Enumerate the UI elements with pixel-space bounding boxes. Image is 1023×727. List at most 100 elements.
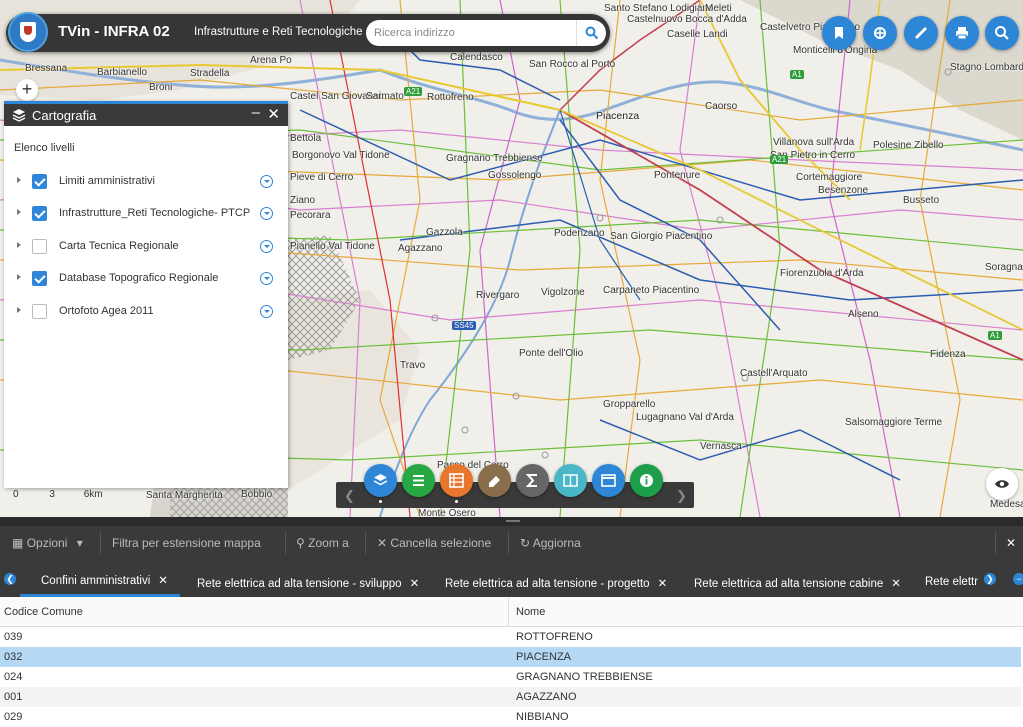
layer-options-icon[interactable] [260,272,273,285]
road-label: A21 [404,87,423,96]
layer-options-icon[interactable] [260,305,273,318]
layer-name: Infrastrutture_Reti Tecnologiche- PTCP [59,207,251,219]
place-label: Ponte dell'Olio [519,348,584,359]
tab-rete-cabine[interactable]: Rete elettrica ad alta tensione cabine ✕ [694,576,901,590]
separator [995,532,996,554]
search-icon [995,26,1009,40]
zoom-in-button[interactable]: + [16,79,38,101]
close-icon: ✕ [657,578,668,590]
scale-label: 6km [83,489,103,500]
place-label: Agazzano [398,243,443,254]
tab-rete-elettr[interactable]: Rete elettr [925,576,978,588]
tools-button[interactable] [863,16,897,50]
toolbar-prev-icon[interactable]: ❮ [344,488,355,504]
layer-checkbox[interactable] [32,174,47,189]
info-tool-button[interactable] [630,464,663,497]
chevron-down-icon: ▾ [76,536,83,550]
bookmark-icon [835,27,843,39]
layer-checkbox[interactable] [32,206,47,221]
layer-row: Limiti amministrativi [4,168,288,196]
expand-caret-icon[interactable] [17,274,21,280]
sigma-icon [525,474,537,487]
scale-label: 0 [13,489,19,500]
cell-name: AGAZZANO [516,691,577,703]
layer-row: Database Topografico Regionale [4,265,288,293]
road-label: SS45 [452,321,476,330]
tabs-menu-icon[interactable]: − [1013,573,1023,585]
layer-checkbox[interactable] [32,304,47,319]
window-icon [601,474,616,487]
close-button[interactable]: ✕ [267,105,280,123]
table-row[interactable]: 029 NIBBIANO [0,707,1021,727]
zoom-to-button[interactable]: ⚲ Zoom a [296,536,349,550]
panel-splitter[interactable] [0,517,1023,526]
pin-icon: ⚲ [296,536,305,550]
bookmark-button[interactable] [822,16,856,50]
search-input[interactable] [374,23,574,43]
layer-checkbox[interactable] [32,239,47,254]
expand-caret-icon[interactable] [17,177,21,183]
print-button[interactable] [945,16,979,50]
network-icon [874,27,886,39]
panel-title: Cartografia [32,108,97,123]
list-icon [413,475,424,486]
layer-row: Carta Tecnica Regionale [4,233,288,261]
visibility-toggle-button[interactable] [986,468,1018,500]
measure-button[interactable] [904,16,938,50]
table-row[interactable]: 001 AGAZZANO [0,687,1021,707]
table-row[interactable]: 024 GRAGNANO TREBBIENSE [0,667,1021,687]
column-divider [508,597,509,627]
options-menu[interactable]: ▦ Opzioni ▾ [12,536,83,550]
place-label: Stagno Lombardo [950,62,1023,73]
place-label: Cortemaggiore [796,172,863,183]
table-icon [449,473,464,488]
app-title: TVin - INFRA 02 [58,23,170,40]
filter-extent-button[interactable]: Filtra per estensione mappa [112,536,261,550]
address-search [366,20,606,46]
grid-icon: ▦ [12,536,24,550]
tabs-next-icon[interactable]: ❯ [984,573,996,585]
map-search-button[interactable] [985,16,1019,50]
search-button[interactable] [576,20,606,46]
layer-checkbox[interactable] [32,271,47,286]
info-icon [640,474,653,487]
close-icon: ✕ [409,578,420,590]
layer-name: Ortofoto Agea 2011 [59,305,154,317]
toolbar-next-icon[interactable]: ❯ [676,488,687,504]
separator [285,532,286,554]
layer-options-icon[interactable] [260,175,273,188]
place-label: Calendasco [450,52,503,63]
window-tool-button[interactable] [592,464,625,497]
expand-caret-icon[interactable] [17,307,21,313]
refresh-button[interactable]: ↻ Aggiorna [520,536,581,550]
place-label: Fiorenzuola d'Arda [780,268,864,279]
draw-tool-button[interactable] [478,464,511,497]
layer-options-icon[interactable] [260,240,273,253]
place-label: Pianello Val Tidone [290,241,375,252]
tabs-prev-icon[interactable]: ❮ [4,573,16,585]
expand-caret-icon[interactable] [17,209,21,215]
table-row[interactable]: 032 PIACENZA [0,647,1021,667]
minimize-button[interactable]: – [252,104,260,121]
expand-caret-icon[interactable] [17,242,21,248]
place-label: Bressana [25,63,68,74]
tab-confini-amministrativi[interactable]: Confini amministrativi ✕ [41,573,168,587]
compare-tool-button[interactable] [554,464,587,497]
layers-tool-button[interactable] [364,464,397,497]
layer-options-icon[interactable] [260,207,273,220]
tab-rete-sviluppo[interactable]: Rete elettrica ad alta tensione - svilup… [197,576,419,590]
column-header[interactable]: Codice Comune [4,606,83,618]
legend-tool-button[interactable] [402,464,435,497]
place-label: Polesine Zibello [873,140,944,151]
place-label: Pecorara [290,210,331,221]
cell-code: 039 [4,631,23,643]
column-header[interactable]: Nome [516,606,545,618]
table-tool-button[interactable] [440,464,473,497]
road-label: A1 [790,70,804,79]
table-row[interactable]: 039 ROTTOFRENO [0,627,1021,647]
clear-selection-button[interactable]: ✕ Cancella selezione [377,536,491,550]
layers-icon [373,474,388,486]
stats-tool-button[interactable] [516,464,549,497]
tab-rete-progetto[interactable]: Rete elettrica ad alta tensione - proget… [445,576,667,590]
close-grid-button[interactable]: ✕ [1006,536,1016,550]
